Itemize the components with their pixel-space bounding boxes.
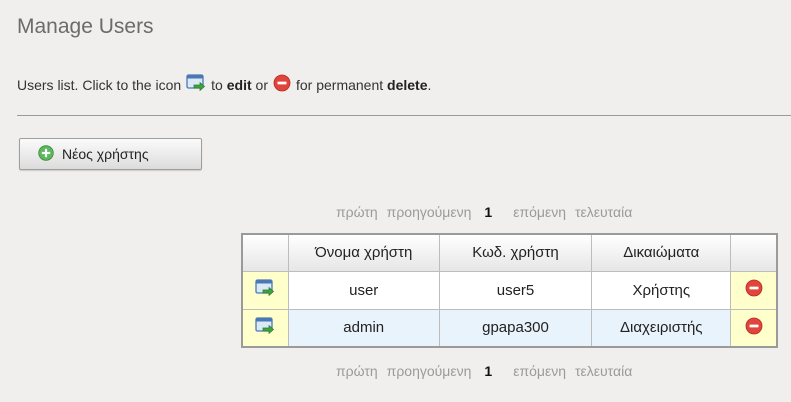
edit-cell <box>241 270 289 310</box>
edit-icon <box>186 74 206 95</box>
username-cell: admin <box>287 308 440 348</box>
pager-previous[interactable]: προηγούμενη <box>387 204 472 220</box>
col-role-header: Δικαιώματα <box>591 233 732 272</box>
pager-bottom: πρώτη προηγούμενη 1 επόμενη τελευταία <box>336 363 696 379</box>
intro-delete-word: delete <box>387 76 428 93</box>
pager-current: 1 <box>484 363 493 379</box>
delete-cell <box>730 308 778 348</box>
pager-next[interactable]: επόμενη <box>513 204 566 220</box>
col-delete-header <box>730 233 778 272</box>
plus-circle-icon <box>38 144 54 164</box>
intro-part4: for permanent <box>295 76 384 93</box>
table-row: user user5 Χρήστης <box>241 270 778 310</box>
col-edit-header <box>241 233 289 272</box>
pager-previous[interactable]: προηγούμενη <box>387 363 472 379</box>
table-header-row: Όνομα χρήστη Κωδ. χρήστη Δικαιώματα <box>241 233 778 272</box>
intro-text: Users list. Click to the icon to edit or… <box>17 74 431 95</box>
col-username-header: Όνομα χρήστη <box>287 233 440 272</box>
delete-icon <box>273 74 291 95</box>
role-cell: Διαχειριστής <box>591 308 732 348</box>
delete-icon[interactable] <box>745 317 763 339</box>
username-cell: user <box>287 270 440 310</box>
pager-next[interactable]: επόμενη <box>513 363 566 379</box>
password-cell: user5 <box>438 270 593 310</box>
intro-part2: to <box>211 76 223 93</box>
password-cell: gpapa300 <box>438 308 593 348</box>
new-user-label: Νέος χρήστης <box>62 146 149 162</box>
intro-edit-word: edit <box>226 76 252 93</box>
role-cell: Χρήστης <box>591 270 732 310</box>
intro-part3: or <box>255 76 268 93</box>
edit-cell <box>241 308 289 348</box>
intro-part1: Users list. Click to the icon <box>17 76 182 93</box>
pager-top: πρώτη προηγούμενη 1 επόμενη τελευταία <box>336 204 696 220</box>
pager-last[interactable]: τελευταία <box>575 204 632 220</box>
delete-cell <box>730 270 778 310</box>
manage-users-page: Manage Users Users list. Click to the ic… <box>0 0 791 402</box>
pager-first[interactable]: πρώτη <box>336 204 378 220</box>
col-password-header: Κωδ. χρήστη <box>438 233 593 272</box>
pager-first[interactable]: πρώτη <box>336 363 378 379</box>
pager-last[interactable]: τελευταία <box>575 363 632 379</box>
page-title: Manage Users <box>17 15 154 38</box>
delete-icon[interactable] <box>745 279 763 301</box>
new-user-button[interactable]: Νέος χρήστης <box>19 138 202 170</box>
intro-period: . <box>427 76 432 93</box>
table-row: admin gpapa300 Διαχειριστής <box>241 308 778 348</box>
divider <box>17 115 791 116</box>
pager-current: 1 <box>484 204 493 220</box>
edit-icon[interactable] <box>255 279 275 301</box>
users-table: Όνομα χρήστη Κωδ. χρήστη Δικαιώματα user… <box>241 233 778 348</box>
edit-icon[interactable] <box>255 317 275 339</box>
